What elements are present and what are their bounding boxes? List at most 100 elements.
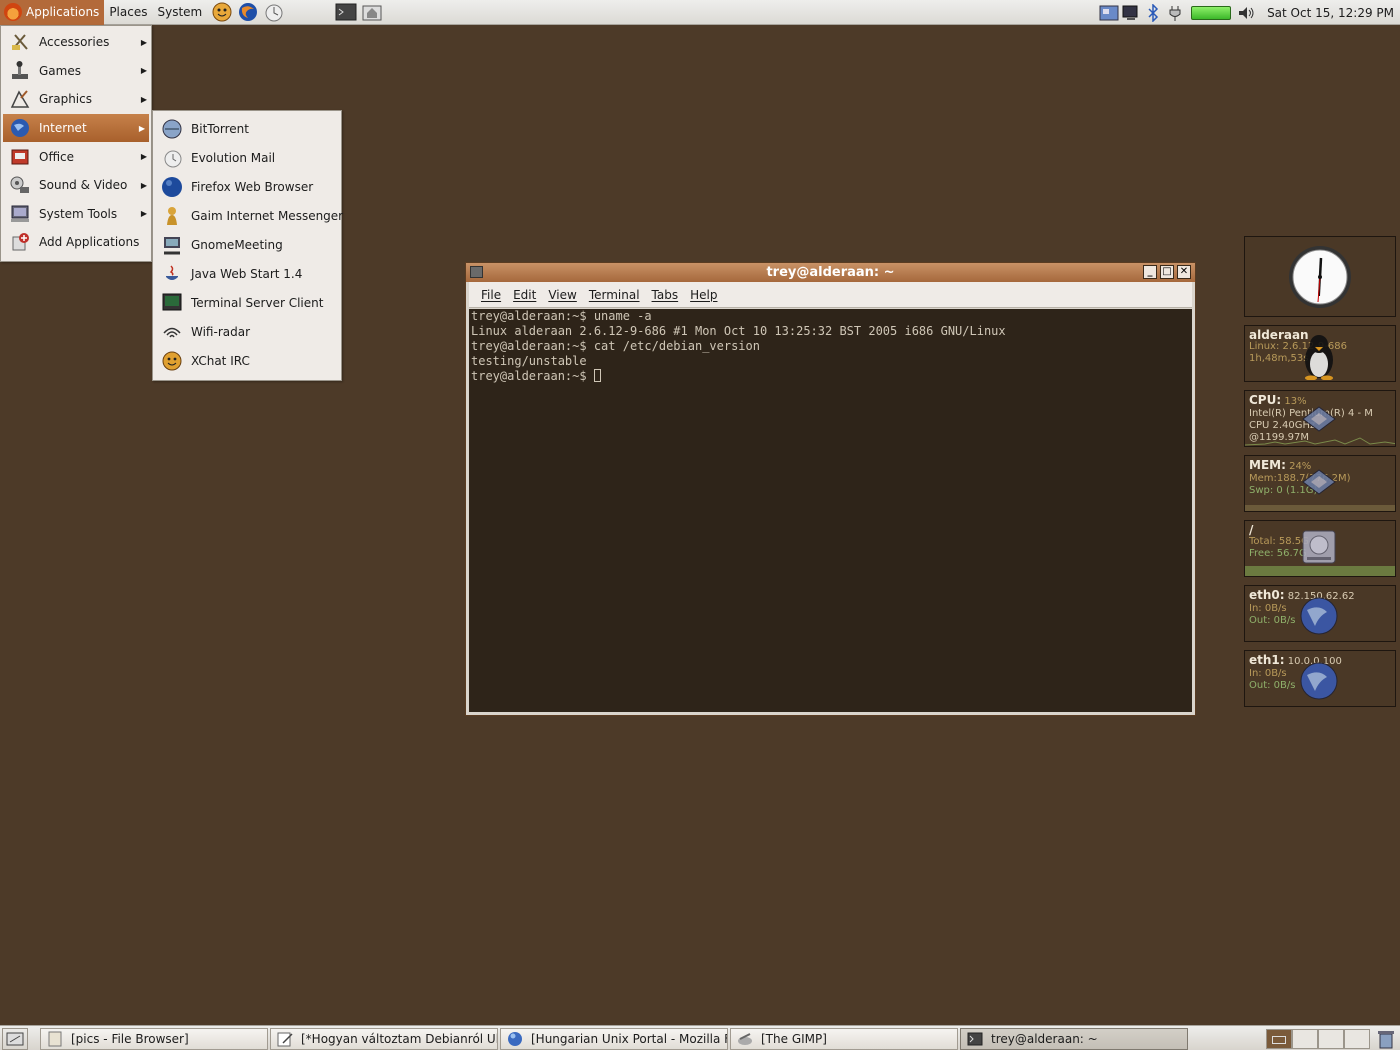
menu-item-gnomemeeting[interactable]: GnomeMeeting bbox=[153, 230, 341, 259]
evolution-launcher-icon[interactable] bbox=[263, 1, 285, 23]
menu-item-label: Wifi-radar bbox=[191, 324, 251, 339]
applications-menu: Accessories ▶ Games ▶ Graphics ▶ Interne… bbox=[0, 25, 152, 262]
firefox-icon bbox=[161, 176, 183, 198]
task-terminal[interactable]: trey@alderaan: ~ bbox=[960, 1028, 1188, 1050]
menu-item-bittorrent[interactable]: BitTorrent bbox=[153, 114, 341, 143]
eth0-label: eth0: bbox=[1249, 588, 1285, 602]
network-monitor-icon[interactable] bbox=[1099, 3, 1119, 23]
maximize-button[interactable]: □ bbox=[1160, 265, 1174, 279]
menu-item-label: Gaim Internet Messenger bbox=[191, 208, 344, 223]
task-gimp[interactable]: [The GIMP] bbox=[730, 1028, 958, 1050]
workspace-1[interactable] bbox=[1266, 1029, 1292, 1049]
display-icon[interactable] bbox=[1121, 3, 1141, 23]
eth1-widget: eth1: 10.0.0.100 In: 0B/s Out: 0B/s bbox=[1244, 650, 1396, 707]
menu-help[interactable]: Help bbox=[684, 288, 723, 302]
task-label: [*Hogyan változtam Debianról Ub... bbox=[301, 1032, 498, 1046]
submenu-arrow-icon: ▶ bbox=[140, 66, 147, 76]
workspace-2[interactable] bbox=[1292, 1029, 1318, 1049]
menu-item-label: Terminal Server Client bbox=[191, 295, 324, 310]
menu-item-games[interactable]: Games ▶ bbox=[1, 57, 151, 86]
firefox-launcher-icon[interactable] bbox=[237, 1, 259, 23]
menu-item-xchat[interactable]: XChat IRC bbox=[153, 346, 341, 375]
task-file-browser[interactable]: [pics - File Browser] bbox=[40, 1028, 268, 1050]
menu-item-label: Internet bbox=[39, 121, 87, 136]
show-desktop-icon bbox=[6, 1032, 24, 1046]
menu-item-java-web-start[interactable]: Java Web Start 1.4 bbox=[153, 259, 341, 288]
menu-item-accessories[interactable]: Accessories ▶ bbox=[1, 28, 151, 57]
host-widget: alderaan Linux: 2.6.12-9-686 1h,48m,53s bbox=[1244, 325, 1396, 382]
menu-item-label: Games bbox=[39, 63, 81, 78]
network-globe-icon bbox=[1300, 597, 1338, 635]
task-label: trey@alderaan: ~ bbox=[991, 1032, 1098, 1046]
task-label: [pics - File Browser] bbox=[71, 1032, 189, 1046]
workspace-4[interactable] bbox=[1344, 1029, 1370, 1049]
window-menu-icon[interactable] bbox=[470, 266, 483, 278]
terminal-icon bbox=[967, 1031, 983, 1047]
terminal-window[interactable]: trey@alderaan: ~ _ □ ✕ File Edit View Te… bbox=[465, 262, 1196, 716]
menu-item-firefox[interactable]: Firefox Web Browser bbox=[153, 172, 341, 201]
memory-chip-icon bbox=[1302, 469, 1336, 495]
menu-file[interactable]: File bbox=[475, 288, 507, 302]
places-menu-button[interactable]: Places bbox=[104, 0, 152, 25]
terminal-cursor bbox=[593, 369, 601, 382]
gaim-launcher-icon[interactable] bbox=[211, 1, 233, 23]
terminal-prompt-line: trey@alderaan:~$ bbox=[471, 369, 1190, 384]
menu-item-gaim[interactable]: Gaim Internet Messenger bbox=[153, 201, 344, 230]
task-text-editor[interactable]: [*Hogyan változtam Debianról Ub... bbox=[270, 1028, 498, 1050]
menu-item-internet[interactable]: Internet ▶ bbox=[3, 113, 149, 143]
terminal-line: trey@alderaan:~$ cat /etc/debian_version bbox=[471, 339, 760, 353]
bittorrent-icon bbox=[161, 118, 183, 140]
minimize-button[interactable]: _ bbox=[1143, 265, 1157, 279]
close-button[interactable]: ✕ bbox=[1177, 265, 1191, 279]
menu-item-label: Office bbox=[39, 149, 75, 164]
trash-icon bbox=[1378, 1031, 1394, 1049]
menu-tabs[interactable]: Tabs bbox=[646, 288, 685, 302]
text-editor-icon bbox=[277, 1031, 293, 1047]
menu-item-graphics[interactable]: Graphics ▶ bbox=[1, 85, 151, 114]
xchat-icon bbox=[161, 350, 183, 372]
notification-area: Sat Oct 15, 12:29 PM bbox=[1099, 0, 1400, 25]
menu-view[interactable]: View bbox=[542, 288, 582, 302]
menu-item-label: Add Applications bbox=[39, 235, 140, 250]
applications-menu-button[interactable]: Applications bbox=[0, 0, 105, 25]
menu-item-wifi-radar[interactable]: Wifi-radar bbox=[153, 317, 341, 346]
battery-icon[interactable] bbox=[1191, 5, 1232, 20]
terminal-output[interactable]: trey@alderaan:~$ uname -a Linux alderaan … bbox=[469, 309, 1192, 712]
submenu-arrow-icon: ▶ bbox=[140, 180, 147, 190]
terminal-titlebar[interactable]: trey@alderaan: ~ _ □ ✕ bbox=[466, 263, 1195, 282]
menu-item-label: Firefox Web Browser bbox=[191, 179, 314, 194]
terminal-launcher-icon[interactable] bbox=[335, 1, 357, 23]
menu-item-sound-video[interactable]: Sound & Video ▶ bbox=[1, 171, 151, 200]
menu-item-terminal-server-client[interactable]: Terminal Server Client bbox=[153, 288, 341, 317]
show-desktop-button[interactable] bbox=[2, 1028, 28, 1050]
menu-item-evolution-mail[interactable]: Evolution Mail bbox=[153, 143, 341, 172]
menu-item-office[interactable]: Office ▶ bbox=[1, 142, 151, 171]
internet-submenu: BitTorrent Evolution Mail Firefox Web Br… bbox=[152, 110, 344, 381]
internet-icon bbox=[9, 117, 31, 139]
power-plug-icon[interactable] bbox=[1165, 3, 1185, 23]
eth0-widget: eth0: 82.150.62.62 In: 0B/s Out: 0B/s bbox=[1244, 585, 1396, 642]
bluetooth-icon[interactable] bbox=[1143, 3, 1163, 23]
submenu-arrow-icon: ▶ bbox=[138, 123, 145, 133]
submenu-arrow-icon: ▶ bbox=[140, 152, 147, 162]
menu-item-label: BitTorrent bbox=[191, 121, 249, 136]
terminal-title: trey@alderaan: ~ bbox=[766, 265, 895, 280]
volume-icon[interactable] bbox=[1237, 3, 1257, 23]
trash-button[interactable] bbox=[1374, 1028, 1398, 1050]
task-label: [Hungarian Unix Portal - Mozilla Fi... bbox=[531, 1032, 728, 1046]
workspace-3[interactable] bbox=[1318, 1029, 1344, 1049]
menu-edit[interactable]: Edit bbox=[507, 288, 542, 302]
terminal-menubar: File Edit View Terminal Tabs Help bbox=[469, 282, 1192, 308]
task-firefox[interactable]: [Hungarian Unix Portal - Mozilla Fi... bbox=[500, 1028, 728, 1050]
menu-item-label: Evolution Mail bbox=[191, 150, 276, 165]
menu-terminal[interactable]: Terminal bbox=[583, 288, 646, 302]
menu-item-add-applications[interactable]: Add Applications bbox=[1, 228, 151, 257]
submenu-arrow-icon: ▶ bbox=[140, 94, 147, 104]
menu-item-label: GnomeMeeting bbox=[191, 237, 283, 252]
menu-item-label: Java Web Start 1.4 bbox=[191, 266, 303, 281]
home-folder-launcher-icon[interactable] bbox=[361, 1, 383, 23]
system-menu-button[interactable]: System bbox=[152, 0, 207, 25]
panel-clock[interactable]: Sat Oct 15, 12:29 PM bbox=[1259, 6, 1400, 20]
menu-item-system-tools[interactable]: System Tools ▶ bbox=[1, 200, 151, 229]
java-icon bbox=[161, 263, 183, 285]
